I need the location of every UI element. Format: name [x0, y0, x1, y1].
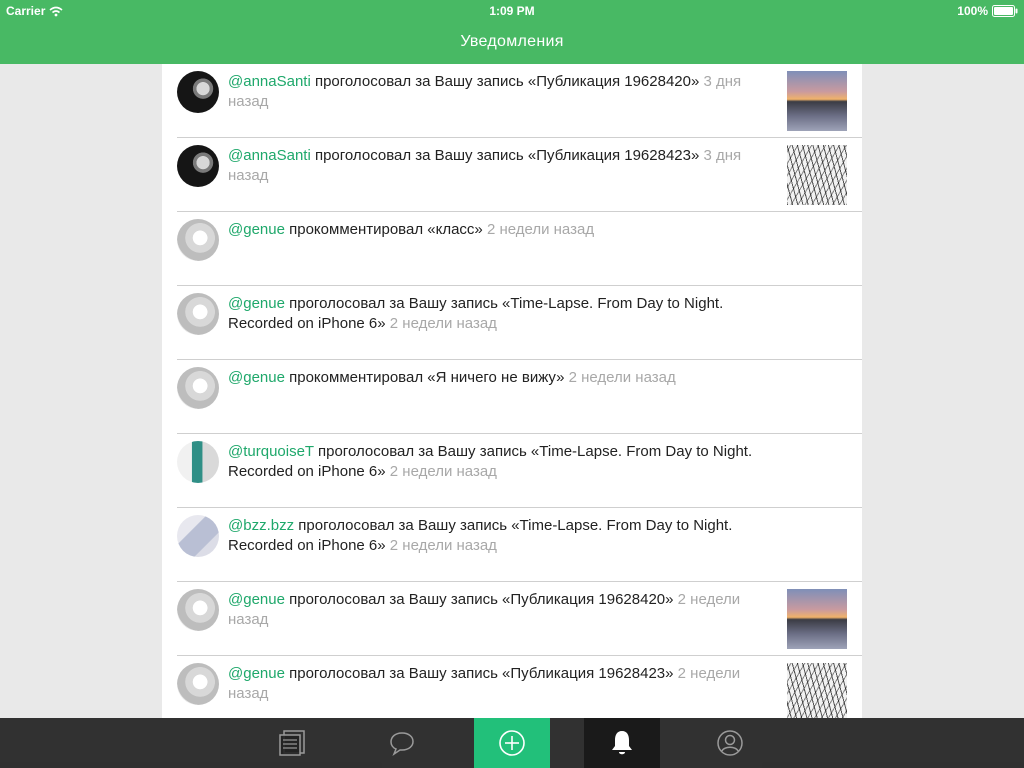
tab-notifications[interactable]: [584, 718, 660, 768]
timestamp: 2 недели назад: [389, 537, 497, 554]
username-link[interactable]: @genue: [228, 295, 285, 312]
timestamp: 2 недели назад: [486, 221, 595, 238]
speech-bubble-icon: [390, 732, 414, 756]
timestamp: 2 недели назад: [389, 463, 497, 480]
avatar[interactable]: [177, 441, 219, 483]
notification-text: @genue проголосовал за Вашу запись «Публ…: [228, 665, 741, 702]
post-thumbnail[interactable]: [787, 663, 847, 718]
page-title: Уведомления: [460, 33, 564, 50]
notification-text: @bzz.bzz проголосовал за Вашу запись «Ti…: [228, 517, 733, 554]
notification-text: @genue прокомментировал «класс» 2 недели…: [228, 221, 595, 238]
tab-bar: [0, 718, 1024, 768]
post-thumbnail[interactable]: [787, 145, 847, 205]
notification-item[interactable]: @genue прокомментировал «Я ничего не виж…: [177, 360, 862, 434]
notification-text: @genue проголосовал за Вашу запись «Time…: [228, 295, 724, 332]
notification-item[interactable]: @genue проголосовал за Вашу запись «Публ…: [177, 656, 862, 718]
username-link[interactable]: @turquoiseT: [228, 443, 314, 460]
timestamp: 2 недели назад: [568, 369, 676, 386]
navigation-header: Carrier 1:09 PM 100% Уведомления: [0, 0, 1024, 64]
user-circle-icon: [717, 730, 743, 756]
battery-percent: 100%: [957, 4, 988, 18]
avatar[interactable]: [177, 589, 219, 631]
username-link[interactable]: @annaSanti: [228, 73, 311, 90]
avatar[interactable]: [177, 293, 219, 335]
newspaper-icon: [279, 730, 305, 756]
notifications-list[interactable]: @annaSanti проголосовал за Вашу запись «…: [162, 64, 862, 718]
notification-item[interactable]: @genue проголосовал за Вашу запись «Публ…: [177, 582, 862, 656]
tab-messages[interactable]: [374, 718, 430, 768]
notification-item[interactable]: @genue проголосовал за Вашу запись «Time…: [177, 286, 862, 360]
status-time: 1:09 PM: [489, 4, 535, 18]
notification-item[interactable]: @genue прокомментировал «класс» 2 недели…: [177, 212, 862, 286]
username-link[interactable]: @genue: [228, 665, 285, 682]
notification-item[interactable]: @annaSanti проголосовал за Вашу запись «…: [177, 64, 862, 138]
bell-icon: [612, 731, 632, 755]
battery-indicator: 100%: [957, 4, 1018, 18]
notification-item[interactable]: @annaSanti проголосовал за Вашу запись «…: [177, 138, 862, 212]
post-thumbnail[interactable]: [787, 589, 847, 649]
avatar[interactable]: [177, 145, 219, 187]
notification-text: @annaSanti проголосовал за Вашу запись «…: [228, 147, 742, 184]
tab-profile[interactable]: [702, 718, 758, 768]
status-bar: Carrier 1:09 PM 100%: [0, 0, 1024, 20]
avatar[interactable]: [177, 515, 219, 557]
username-link[interactable]: @genue: [228, 221, 285, 238]
tab-feed[interactable]: [264, 718, 320, 768]
username-link[interactable]: @annaSanti: [228, 147, 311, 164]
notification-text: @annaSanti проголосовал за Вашу запись «…: [228, 73, 742, 110]
notification-text: @genue прокомментировал «Я ничего не виж…: [228, 369, 676, 386]
plus-circle-icon: [499, 730, 525, 756]
post-thumbnail[interactable]: [787, 71, 847, 131]
username-link[interactable]: @bzz.bzz: [228, 517, 294, 534]
avatar[interactable]: [177, 219, 219, 261]
battery-icon: [992, 5, 1018, 17]
notification-item[interactable]: @bzz.bzz проголосовал за Вашу запись «Ti…: [177, 508, 862, 582]
username-link[interactable]: @genue: [228, 591, 285, 608]
notification-item[interactable]: @turquoiseT проголосовал за Вашу запись …: [177, 434, 862, 508]
notification-text: @genue проголосовал за Вашу запись «Публ…: [228, 591, 741, 628]
avatar[interactable]: [177, 367, 219, 409]
avatar[interactable]: [177, 663, 219, 705]
notification-text: @turquoiseT проголосовал за Вашу запись …: [228, 443, 753, 480]
avatar[interactable]: [177, 71, 219, 113]
username-link[interactable]: @genue: [228, 369, 285, 386]
timestamp: 2 недели назад: [389, 315, 497, 332]
tab-add[interactable]: [474, 718, 550, 768]
